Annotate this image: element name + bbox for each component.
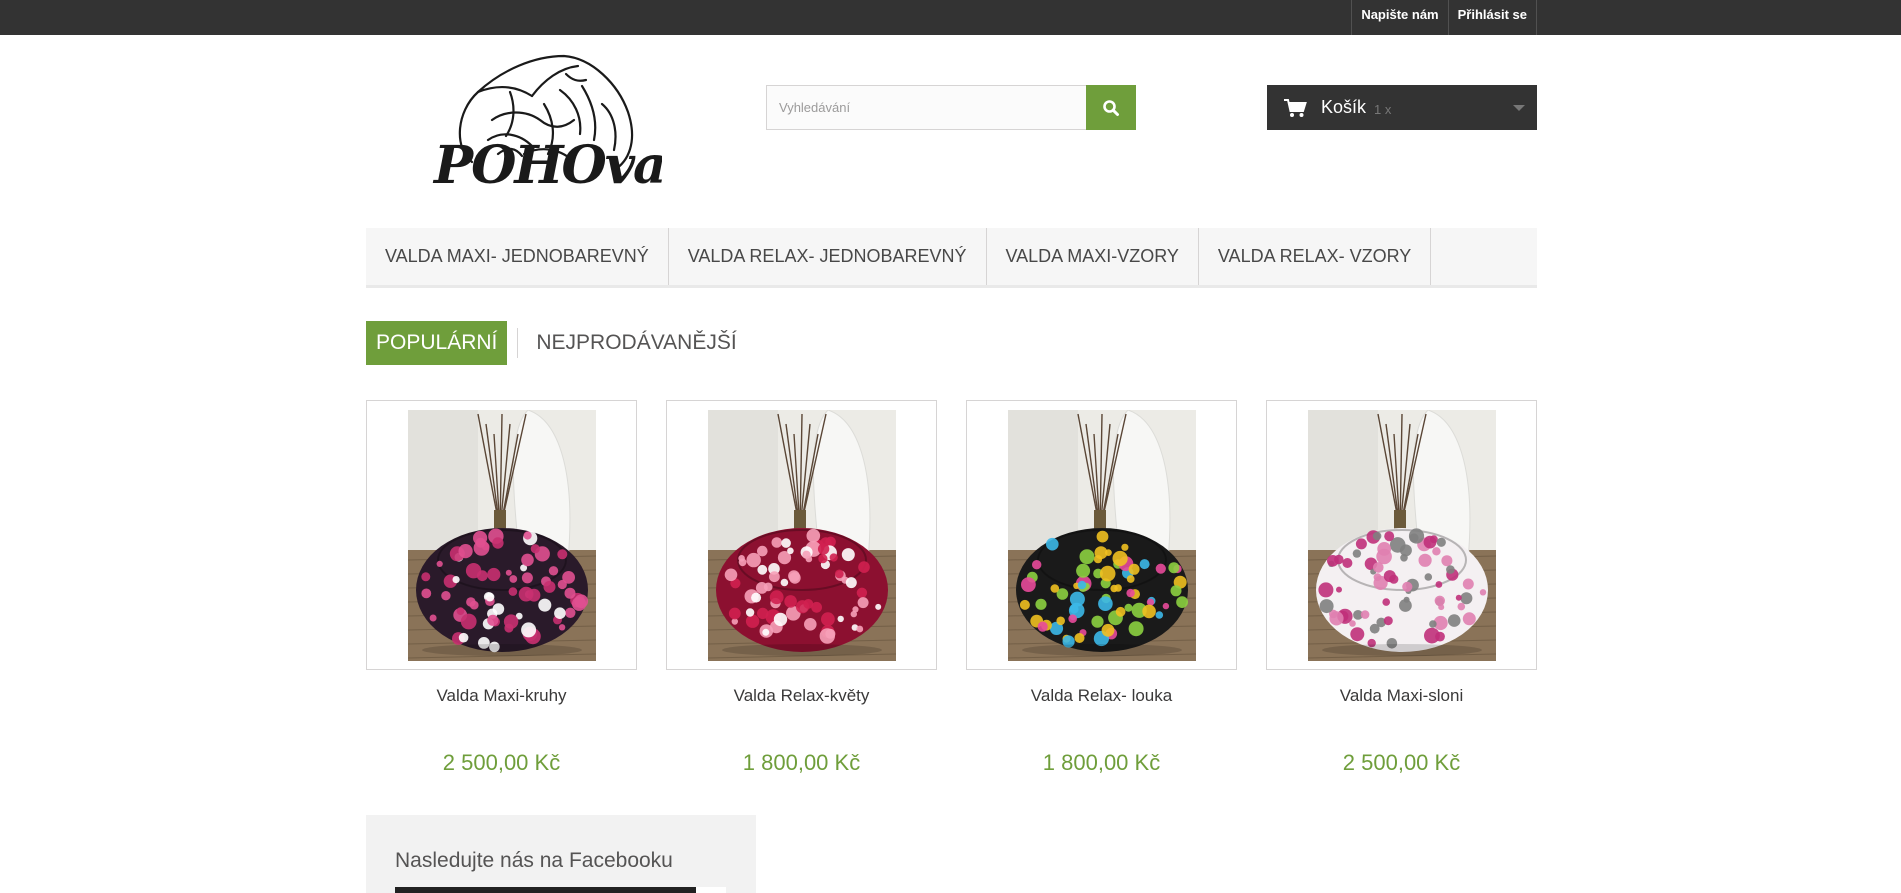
main-menu: VALDA MAXI- JEDNOBAREVNÝ VALDA RELAX- JE… — [366, 228, 1537, 288]
beanbag-illustration — [707, 409, 896, 661]
product-image-link[interactable] — [1266, 400, 1537, 670]
product-price: 2 500,00 Kč — [1342, 750, 1461, 775]
product-photo — [407, 409, 596, 661]
beanbag-illustration — [1007, 409, 1196, 661]
site-logo[interactable]: POHOvak — [432, 50, 701, 202]
facebook-title: Nasledujte nás na Facebooku — [395, 849, 673, 872]
menu-item-valda-maxi-jednobarevny[interactable]: VALDA MAXI- JEDNOBAREVNÝ — [366, 228, 669, 285]
product-photo — [1307, 409, 1496, 661]
search-box — [766, 85, 1136, 130]
product-image-link[interactable] — [366, 400, 637, 670]
chevron-down-icon — [1513, 105, 1525, 111]
facebook-block: Nasledujte nás na Facebooku — [366, 815, 756, 893]
tab-bestsellers[interactable]: NEJPRODÁVANĚJŠÍ — [528, 321, 746, 365]
contact-link[interactable]: Napište nám — [1351, 0, 1447, 35]
search-input[interactable] — [766, 85, 1086, 130]
product-name[interactable]: Valda Relax-květy — [666, 686, 937, 708]
facebook-widget[interactable] — [395, 887, 726, 893]
search-icon — [1103, 99, 1119, 116]
search-button[interactable] — [1086, 85, 1136, 130]
logo-beanbag-drawing: POHOvak — [432, 54, 701, 196]
beanbag-illustration — [407, 409, 596, 661]
logo-text: POHOvak — [432, 135, 662, 196]
cart-icon — [1284, 98, 1307, 117]
product-price: 2 500,00 Kč — [442, 750, 561, 775]
cart-label: Košík — [1321, 97, 1367, 117]
product-image-link[interactable] — [966, 400, 1237, 670]
top-links: Napište nám Přihlásit se — [1351, 0, 1537, 35]
product-image-link[interactable] — [666, 400, 937, 670]
product-photo — [707, 409, 896, 661]
product-grid: Valda Maxi-kruhy 2 500,00 Kč Valda Relax… — [366, 400, 1537, 790]
product-price: 1 800,00 Kč — [1042, 750, 1161, 775]
product-price: 1 800,00 Kč — [742, 750, 861, 775]
product-name[interactable]: Valda Maxi-kruhy — [366, 686, 637, 708]
product-card: Valda Maxi-sloni 2 500,00 Kč — [1266, 400, 1537, 776]
menu-item-valda-maxi-vzory[interactable]: VALDA MAXI-VZORY — [987, 228, 1199, 285]
menu-item-valda-relax-vzory[interactable]: VALDA RELAX- VZORY — [1199, 228, 1432, 285]
product-card: Valda Relax- louka 1 800,00 Kč — [966, 400, 1237, 776]
product-card: Valda Relax-květy 1 800,00 Kč — [666, 400, 937, 776]
product-tabs: POPULÁRNÍ NEJPRODÁVANĚJŠÍ — [366, 320, 747, 365]
beanbag-illustration — [1307, 409, 1496, 661]
product-card: Valda Maxi-kruhy 2 500,00 Kč — [366, 400, 637, 776]
top-bar: Napište nám Přihlásit se — [0, 0, 1901, 35]
menu-item-valda-relax-jednobarevny[interactable]: VALDA RELAX- JEDNOBAREVNÝ — [669, 228, 987, 285]
product-photo — [1007, 409, 1196, 661]
login-link[interactable]: Přihlásit se — [1447, 0, 1537, 35]
cart-button[interactable]: Košík 1 x — [1267, 85, 1537, 130]
tab-divider — [517, 327, 519, 358]
cart-quantity: 1 x — [1374, 101, 1392, 117]
tab-popular[interactable]: POPULÁRNÍ — [366, 320, 508, 365]
product-name[interactable]: Valda Maxi-sloni — [1266, 686, 1537, 708]
product-name[interactable]: Valda Relax- louka — [966, 686, 1237, 708]
